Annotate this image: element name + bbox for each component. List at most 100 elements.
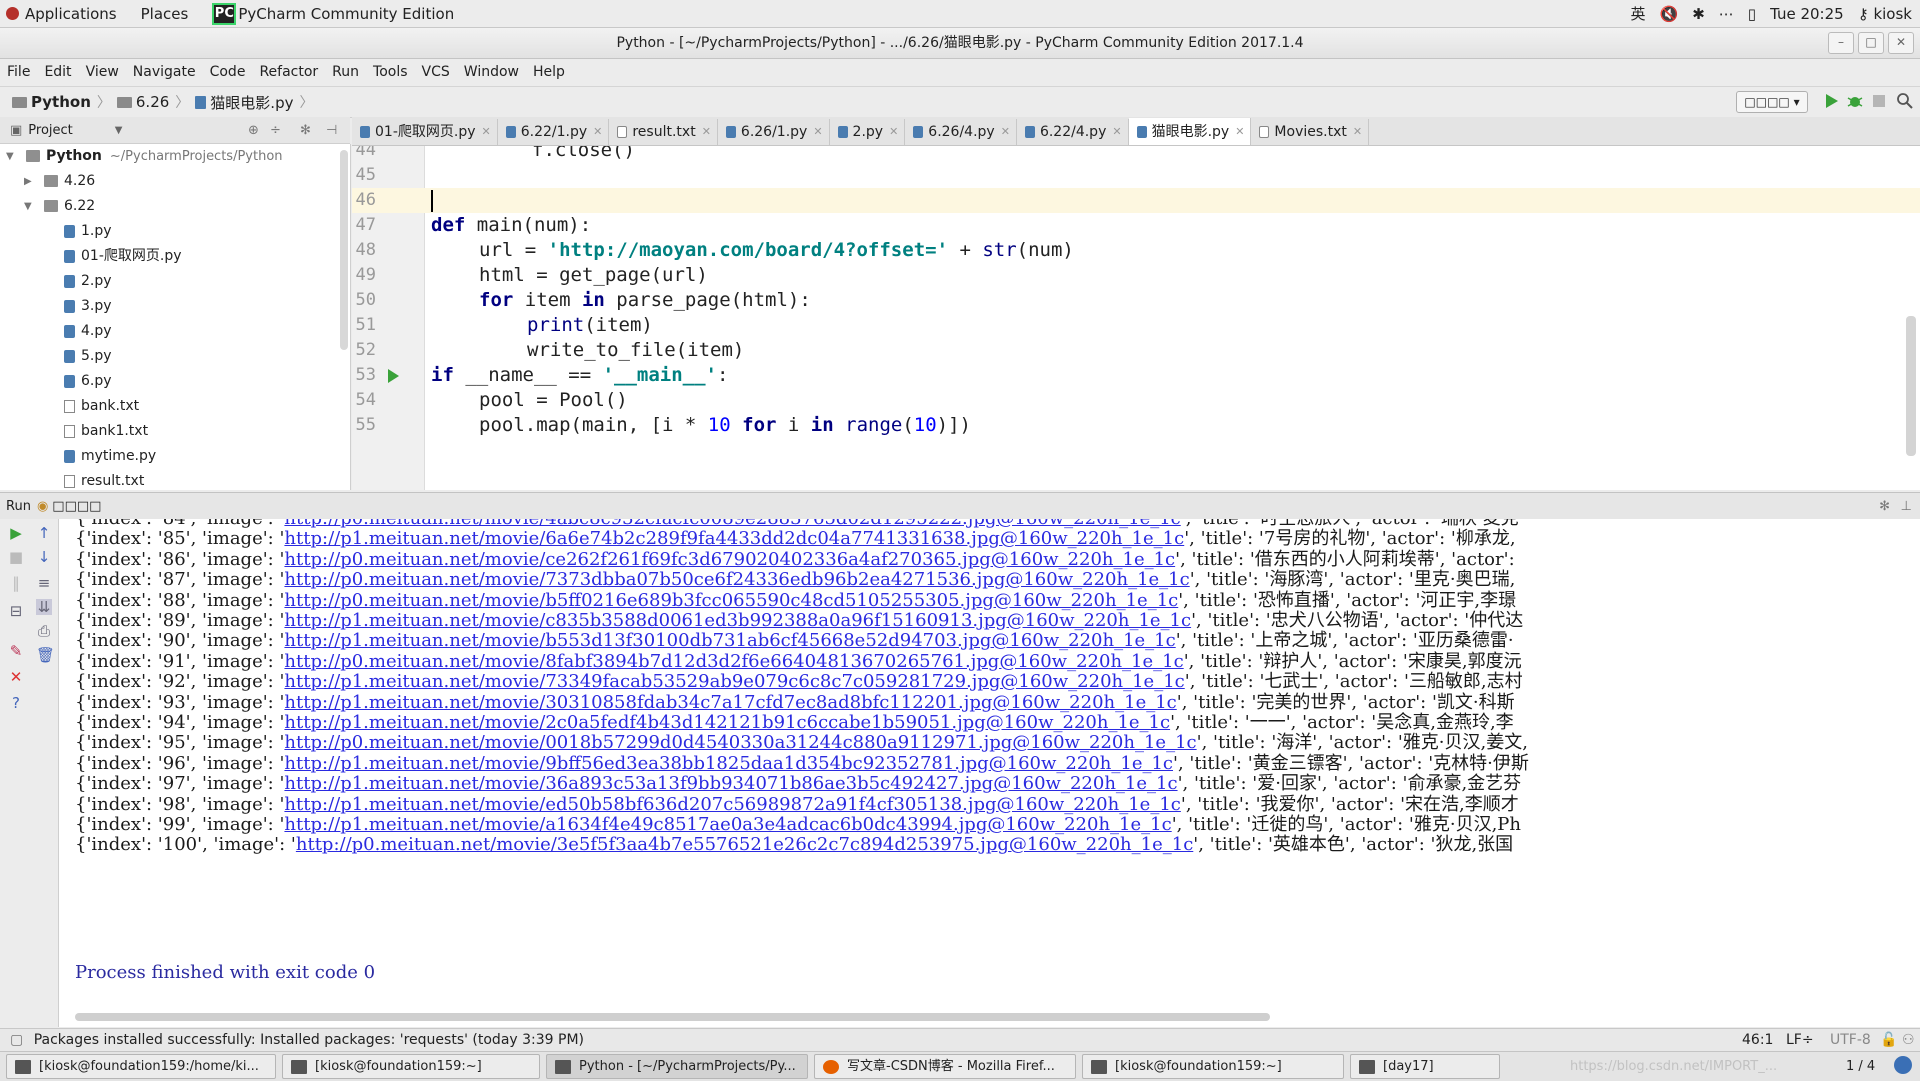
gear-icon[interactable]: ✻ bbox=[1879, 499, 1890, 514]
expand-arrow-icon[interactable]: ▶ bbox=[24, 169, 32, 194]
taskbar-window-button[interactable]: Python - [~/PycharmProjects/Py... bbox=[546, 1054, 808, 1079]
notification-icon[interactable] bbox=[1894, 1056, 1912, 1074]
network-icon[interactable]: ⋯ bbox=[1719, 5, 1734, 23]
stop-icon[interactable]: ■ bbox=[8, 549, 24, 565]
bluetooth-icon[interactable]: ✱ bbox=[1692, 5, 1705, 23]
menu-file[interactable]: File bbox=[0, 64, 37, 80]
breadcrumb-folder[interactable]: 6.26 bbox=[113, 93, 173, 111]
editor-tab[interactable]: 6.26/4.py ✕ bbox=[905, 119, 1017, 145]
collapse-icon[interactable]: ÷ bbox=[270, 123, 281, 138]
trash-icon[interactable]: 🗑 bbox=[36, 647, 55, 663]
breadcrumb-file[interactable]: 猫眼电影.py bbox=[191, 92, 297, 113]
menu-vcs[interactable]: VCS bbox=[415, 64, 457, 80]
console-link[interactable]: http://p1.meituan.net/movie/9bff56ed3ea3… bbox=[284, 753, 1173, 774]
editor-tab[interactable]: result.txt ✕ bbox=[609, 119, 718, 145]
tab-close-icon[interactable]: ✕ bbox=[889, 119, 898, 145]
hide-panel-icon[interactable]: ⊥ bbox=[1901, 499, 1912, 514]
menu-help[interactable]: Help bbox=[526, 64, 572, 80]
editor-tab[interactable]: 6.22/1.py ✕ bbox=[498, 119, 610, 145]
console-link[interactable]: http://p1.meituan.net/movie/30310858fdab… bbox=[284, 692, 1176, 713]
scroll-to-end-icon[interactable]: ⇊ bbox=[36, 599, 52, 615]
tree-item[interactable]: result.txt bbox=[0, 469, 350, 490]
console-horizontal-scrollbar[interactable] bbox=[75, 1013, 1270, 1021]
debug-icon[interactable] bbox=[1846, 92, 1864, 110]
run-configuration-select[interactable]: □□□□ ▾ bbox=[1736, 91, 1808, 113]
down-arrow-icon[interactable]: ↓ bbox=[36, 549, 52, 565]
minimize-button[interactable]: – bbox=[1828, 32, 1854, 54]
project-scrollbar[interactable] bbox=[340, 150, 348, 350]
inspector-icon[interactable]: ⚇ bbox=[1902, 1029, 1915, 1051]
console-link[interactable]: http://p0.meituan.net/movie/7373dbba07b5… bbox=[284, 569, 1189, 590]
pin-icon[interactable]: ✎ bbox=[8, 643, 24, 659]
tab-close-icon[interactable]: ✕ bbox=[1001, 119, 1010, 145]
tool-windows-icon[interactable]: ▢ bbox=[10, 1032, 23, 1048]
taskbar-window-button[interactable]: 写文章-CSDN博客 - Mozilla Firef... bbox=[814, 1054, 1076, 1079]
stop-icon[interactable] bbox=[1870, 92, 1888, 110]
gear-icon[interactable]: ✻ bbox=[300, 123, 311, 138]
console-link[interactable]: http://p1.meituan.net/movie/c835b3588d00… bbox=[284, 610, 1191, 631]
close-button[interactable]: ✕ bbox=[1888, 32, 1914, 54]
console-link[interactable]: http://p1.meituan.net/movie/6a6e74b2c289… bbox=[284, 528, 1184, 549]
tree-item[interactable]: ▶ 4.26 bbox=[0, 169, 350, 194]
lock-icon[interactable]: 🔓 bbox=[1880, 1029, 1897, 1051]
taskbar-window-button[interactable]: [kiosk@foundation159:/home/ki... bbox=[6, 1054, 276, 1079]
user-menu[interactable]: ⚷ kiosk bbox=[1858, 5, 1912, 23]
console-link[interactable]: http://p1.meituan.net/movie/36a893c53a13… bbox=[284, 773, 1177, 794]
tab-close-icon[interactable]: ✕ bbox=[813, 119, 822, 145]
menu-run[interactable]: Run bbox=[325, 64, 366, 80]
tree-root[interactable]: ▼ Python ~/PycharmProjects/Python bbox=[0, 144, 350, 169]
up-arrow-icon[interactable]: ↑ bbox=[36, 525, 52, 541]
close-icon[interactable]: ✕ bbox=[8, 669, 24, 685]
editor-tab-active[interactable]: 猫眼电影.py ✕ bbox=[1128, 118, 1252, 145]
expand-arrow-icon[interactable]: ▼ bbox=[6, 144, 14, 169]
console-link[interactable]: http://p1.meituan.net/movie/a1634f4e49c8… bbox=[284, 814, 1171, 835]
line-separator[interactable]: LF÷ bbox=[1786, 1029, 1814, 1051]
code-editor[interactable]: 44 f.close() 45 46 47 def main(num): 48 url… bbox=[352, 146, 1920, 490]
editor-tab[interactable]: 2.py ✕ bbox=[830, 119, 906, 145]
applications-menu[interactable]: Applications bbox=[6, 5, 141, 23]
run-panel-label[interactable]: Run bbox=[6, 499, 31, 514]
tree-item[interactable]: bank.txt bbox=[0, 394, 350, 419]
caret-position[interactable]: 46:1 bbox=[1742, 1029, 1773, 1051]
soft-wrap-icon[interactable]: ≡ bbox=[36, 575, 52, 591]
run-gutter-icon[interactable] bbox=[388, 369, 399, 383]
taskbar-window-button[interactable]: [kiosk@foundation159:~] bbox=[1082, 1054, 1344, 1079]
search-icon[interactable] bbox=[1896, 92, 1914, 110]
places-menu[interactable]: Places bbox=[141, 5, 189, 23]
run-panel-config[interactable]: □□□□ bbox=[52, 499, 101, 514]
console-link[interactable]: http://p1.meituan.net/movie/b553d13f3010… bbox=[284, 630, 1175, 651]
editor-tab[interactable]: 6.26/1.py ✕ bbox=[718, 119, 830, 145]
menu-refactor[interactable]: Refactor bbox=[252, 64, 325, 80]
volume-icon[interactable]: 🔇 bbox=[1660, 5, 1679, 23]
status-message[interactable]: Packages installed successfully: Install… bbox=[34, 1032, 584, 1048]
editor-tab[interactable]: 6.22/4.py ✕ bbox=[1017, 119, 1129, 145]
tab-close-icon[interactable]: ✕ bbox=[1112, 119, 1121, 145]
tree-item[interactable]: ▼ 6.22 bbox=[0, 194, 350, 219]
editor-tab[interactable]: Movies.txt ✕ bbox=[1251, 119, 1370, 145]
project-panel-title[interactable]: Project bbox=[28, 123, 72, 138]
hide-panel-icon[interactable]: ⊣ bbox=[326, 123, 337, 138]
tree-item[interactable]: bank1.txt bbox=[0, 419, 350, 444]
battery-icon[interactable]: ▯ bbox=[1748, 5, 1756, 23]
tree-item[interactable]: 5.py bbox=[0, 344, 350, 369]
menu-navigate[interactable]: Navigate bbox=[126, 64, 203, 80]
tab-close-icon[interactable]: ✕ bbox=[702, 119, 711, 145]
tab-close-icon[interactable]: ✕ bbox=[593, 119, 602, 145]
chevron-down-icon[interactable]: ▼ bbox=[115, 125, 123, 136]
taskbar-window-button[interactable]: [day17] bbox=[1350, 1054, 1500, 1079]
collapse-arrow-icon[interactable]: ▼ bbox=[24, 194, 32, 219]
print-icon[interactable]: ⎙ bbox=[36, 623, 52, 639]
file-encoding[interactable]: UTF-8 bbox=[1830, 1029, 1871, 1051]
tree-item[interactable]: 6.py bbox=[0, 369, 350, 394]
console-link[interactable]: http://p0.meituan.net/movie/8fabf3894b7d… bbox=[284, 651, 1183, 672]
clock[interactable]: Tue 20:25 bbox=[1770, 5, 1844, 23]
active-app-label[interactable]: PyCharm Community Edition bbox=[238, 5, 454, 23]
tab-close-icon[interactable]: ✕ bbox=[1235, 119, 1244, 145]
console-link[interactable]: http://p1.meituan.net/movie/ed50b58bf636… bbox=[284, 794, 1180, 815]
tree-item[interactable]: 4.py bbox=[0, 319, 350, 344]
editor-tab[interactable]: 01-爬取网页.py ✕ bbox=[352, 119, 498, 145]
menu-window[interactable]: Window bbox=[457, 64, 526, 80]
tree-item[interactable]: 3.py bbox=[0, 294, 350, 319]
console-link[interactable]: http://p1.meituan.net/movie/2c0a5fedf4b4… bbox=[284, 712, 1170, 733]
menu-edit[interactable]: Edit bbox=[37, 64, 78, 80]
